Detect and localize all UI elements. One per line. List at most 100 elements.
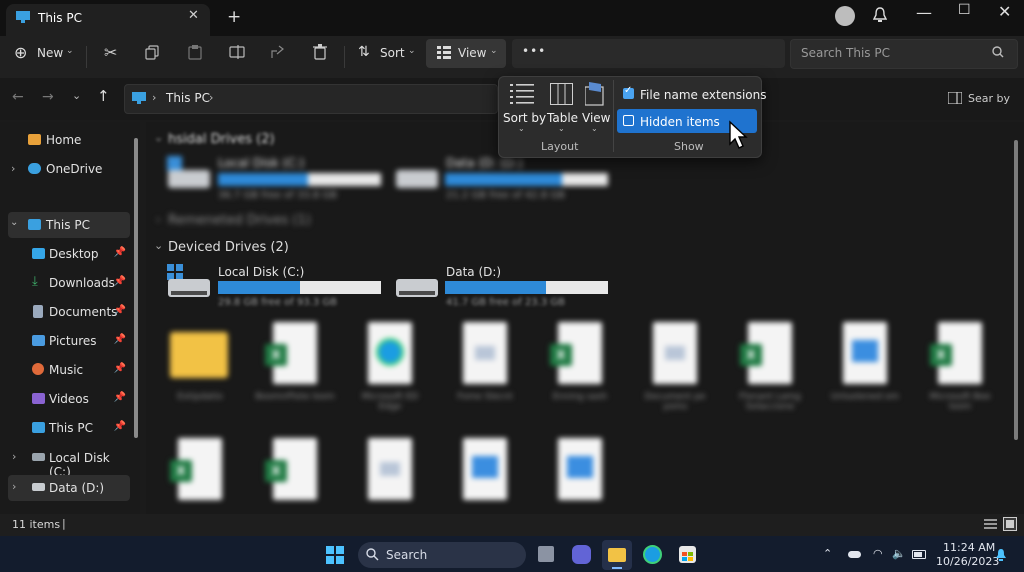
clock-time[interactable]: 11:24 AM [943,541,995,554]
sort-button[interactable]: Sort [380,46,405,60]
drive-usage-fill [445,281,547,294]
drive-name[interactable]: Local Disk (C:) [218,156,304,170]
avatar[interactable] [835,6,855,26]
details-layout-icon [510,84,534,104]
sidebar-scrollbar[interactable] [134,138,138,438]
drive-free-space: 36.7 GB free of 33.8 GB [218,190,337,201]
file-item[interactable]: Fome Slecnt [445,322,525,422]
file-item[interactable]: Extipdatio [160,322,240,422]
view-option[interactable]: View [582,111,610,125]
breadcrumb[interactable]: This PC [166,91,210,105]
sidebar-item-this-pc-pinned[interactable]: This PC 📌 [8,415,130,441]
file-item[interactable]: Microsoft ED Edge [350,322,430,422]
volume-icon[interactable]: 🔈 [892,547,906,560]
monitor-icon [132,92,146,104]
document-icon [843,322,887,384]
clock-date[interactable]: 10/26/2023 [936,555,999,568]
trash-icon[interactable] [313,44,327,60]
group-expand-icon[interactable]: › [156,213,160,226]
rename-icon[interactable] [229,45,245,59]
tab-close-button[interactable]: ✕ [188,8,199,23]
group-header[interactable]: Deviced Drives (2) [168,240,289,255]
chat-icon[interactable] [572,545,591,564]
file-item[interactable]: X Microsoft Bee loom [920,322,1000,422]
minimize-button[interactable]: — [916,3,932,22]
sidebar-item-data-d[interactable]: › Data (D:) [8,475,130,501]
content-scrollbar[interactable] [1014,140,1018,440]
new-button[interactable]: New [37,46,63,60]
close-window-button[interactable]: ✕ [998,2,1011,21]
sidebar-item-pictures[interactable]: Pictures 📌 [8,328,130,354]
expand-chevron-icon[interactable]: › [12,480,16,493]
start-icon[interactable] [326,546,344,564]
group-collapse-icon[interactable]: ⌄ [154,239,163,252]
view-pane-icon [585,82,604,106]
copy-icon[interactable] [145,45,160,60]
task-view-icon[interactable] [538,546,554,562]
hidden-items-checkbox[interactable] [623,115,634,126]
details-pane-icon[interactable] [948,92,962,104]
details-label[interactable]: Sear by [968,92,1010,105]
taskbar-search[interactable] [358,542,526,568]
sidebar-item-videos[interactable]: Videos 📌 [8,386,130,412]
tiles-view-icon[interactable] [1003,517,1017,531]
table-option[interactable]: Table [547,111,578,125]
sidebar-item-desktop[interactable]: Desktop 📌 [8,241,130,267]
new-tab-button[interactable]: + [227,7,241,27]
file-item[interactable]: X Enning sash [540,322,620,422]
search-icon[interactable] [992,46,1004,58]
sidebar-item-onedrive[interactable]: OneDrive [8,156,130,182]
back-button[interactable]: ← [12,89,24,105]
file-name: Document pe yoms [644,392,706,412]
file-item[interactable]: X Flonant Lamg Solaccione [730,322,810,422]
drive-name[interactable]: Data (D:) [446,265,501,279]
sort-by-option[interactable]: Sort by [503,111,546,125]
collapse-chevron-icon[interactable]: ⌄ [10,217,18,228]
group-header[interactable]: hsidal Drives (2) [168,132,275,147]
file-name-extensions-checkbox[interactable]: ✓ [623,85,634,99]
details-view-icon[interactable] [984,518,997,530]
share-icon[interactable] [271,45,286,59]
monitor-icon [28,219,41,230]
sidebar-item-this-pc[interactable]: ⌄ This PC [8,212,130,238]
sidebar-item-downloads[interactable]: ⤓ Downloads 📌 [8,270,130,296]
expand-chevron-icon[interactable]: › [12,450,16,463]
sidebar-item-label: This PC [49,421,93,435]
battery-icon[interactable] [912,550,926,559]
edge-icon[interactable] [643,545,662,564]
paste-icon[interactable] [188,44,202,60]
sidebar-item-music[interactable]: Music 📌 [8,357,130,383]
file-item[interactable]: X BoomnPlote loom [255,322,335,422]
drive-name[interactable]: Local Disk (C:) [218,265,304,279]
file-explorer-taskbar-button[interactable] [602,540,632,570]
drive-icon [32,483,45,491]
file-item[interactable]: Unluolened om [825,322,905,422]
cut-icon[interactable]: ✂ [104,43,117,62]
file-item[interactable]: Document pe yoms [635,322,715,422]
sidebar-item-home[interactable]: Home [8,127,130,153]
more-options-button[interactable]: ••• [522,44,546,58]
wifi-icon[interactable]: ◠ [873,547,883,560]
drive-usage-bar [445,173,608,186]
onedrive-tray-icon[interactable] [848,551,861,558]
up-button[interactable]: ↑ [97,87,110,105]
sidebar-item-documents[interactable]: Documents 📌 [8,299,130,325]
drive-icon [32,453,45,461]
recent-locations-button[interactable]: ⌄ [72,89,81,102]
group-collapse-icon[interactable]: ⌄ [154,131,163,144]
store-icon[interactable] [679,546,696,563]
sort-icon: ⇅ [358,44,370,60]
tab-this-pc[interactable] [6,4,210,36]
sidebar-item-label: OneDrive [46,162,103,176]
notification-bell-icon[interactable] [995,548,1007,562]
file-name: Microsoft Bee loom [929,392,991,412]
file-name-extensions-label[interactable]: File name extensions [640,88,767,102]
forward-button[interactable]: → [42,89,54,105]
sidebar-item-local-disk[interactable]: › Local Disk (C:) [8,445,130,479]
maximize-button[interactable]: ☐ [958,2,971,18]
bell-icon[interactable] [873,7,887,23]
drive-name[interactable]: Data (D: (D:) [446,156,523,170]
group-header[interactable]: Remeneted Drives (1) [168,213,311,228]
tray-overflow-icon[interactable]: ⌃ [823,547,832,560]
pin-icon: 📌 [113,421,126,432]
